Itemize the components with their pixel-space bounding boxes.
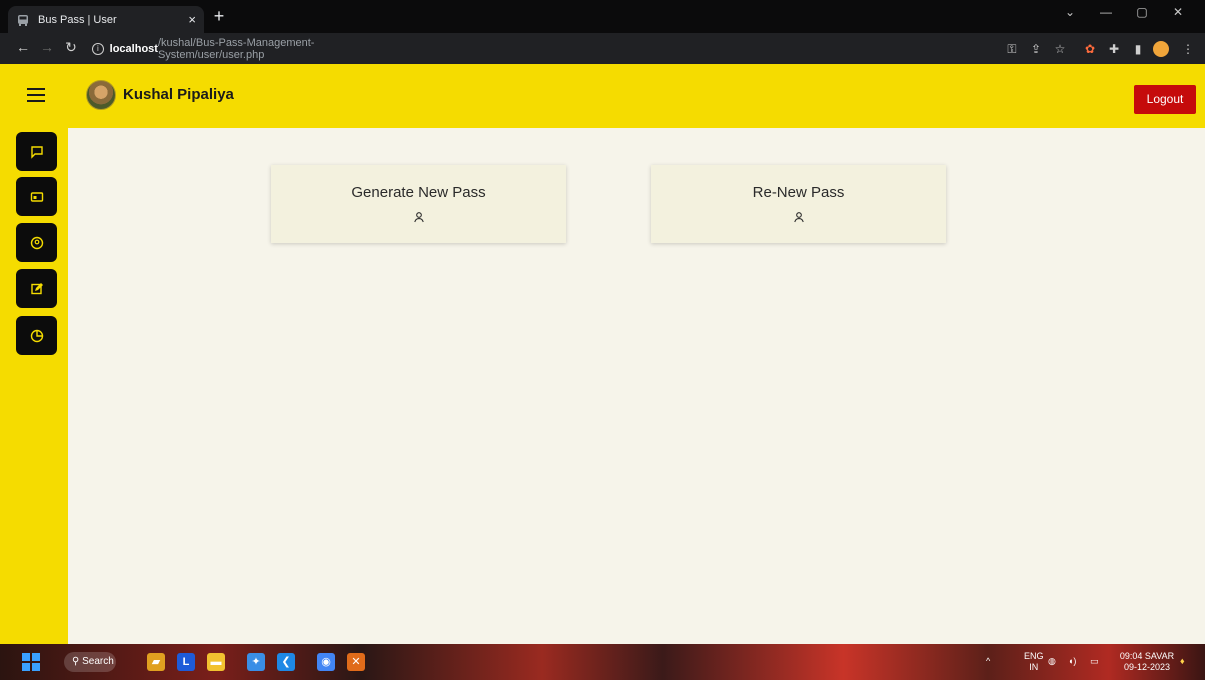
browser-toolbar: ← → ↻ i localhost /kushal/Bus-Pass-Manag… <box>0 33 1205 64</box>
app-explorer-icon[interactable]: ▰ <box>147 653 165 671</box>
user-icon <box>793 212 804 223</box>
app-header: Kushal Pipaliya Logout <box>68 64 1205 128</box>
site-info-icon[interactable]: i <box>92 42 104 55</box>
tray-chevron-icon[interactable]: ^ <box>986 656 990 667</box>
side-panel-icon[interactable]: ▮ <box>1130 41 1146 57</box>
url-path: /kushal/Bus-Pass-Management-System/user/… <box>157 36 315 61</box>
profile-avatar-icon[interactable] <box>1153 41 1169 57</box>
maximize-button[interactable]: ▢ <box>1129 5 1155 19</box>
windows-start-icon[interactable] <box>22 653 40 671</box>
taskbar-search[interactable]: ⚲ Search <box>64 652 116 672</box>
forward-icon[interactable]: → <box>38 39 56 55</box>
xampp-icon[interactable]: ✕ <box>347 653 365 671</box>
bookmark-star-icon[interactable]: ☆ <box>1052 41 1068 57</box>
sidebar-item-stats[interactable] <box>16 316 57 355</box>
logout-button[interactable]: Logout <box>1134 85 1196 114</box>
reload-icon[interactable]: ↻ <box>62 39 80 56</box>
url-host: localhost <box>109 42 158 55</box>
vscode-icon[interactable]: ❮ <box>277 653 295 671</box>
tab-search-icon[interactable]: ⌄ <box>1057 5 1083 19</box>
key-icon[interactable]: ⚿ <box>1004 41 1020 57</box>
generate-new-pass-card[interactable]: Generate New Pass <box>271 165 566 243</box>
close-window-button[interactable]: ✕ <box>1165 5 1191 19</box>
sidebar-item-messages[interactable] <box>16 132 57 171</box>
os-taskbar: ⚲ Search ▰ L ▬ ✦ ❮ ◉ ✕ ^ ENG IN ◍ ◖) ▭ 0… <box>0 644 1205 680</box>
renew-pass-card[interactable]: Re-New Pass <box>651 165 946 243</box>
id-card-icon <box>30 191 43 202</box>
user-name: Kushal Pipaliya <box>123 86 234 103</box>
address-bar[interactable]: i localhost /kushal/Bus-Pass-Management-… <box>92 36 412 61</box>
edit-icon <box>30 282 43 294</box>
clock[interactable]: 09:04 SAVAR 09-12-2023 <box>1118 651 1176 673</box>
close-tab-icon[interactable]: × <box>188 12 196 27</box>
sidebar <box>0 64 68 644</box>
network-icon[interactable]: ◍ <box>1048 656 1056 667</box>
bus-icon <box>18 14 28 26</box>
browser-tab[interactable]: Bus Pass | User × <box>8 6 204 33</box>
share-icon[interactable]: ⇪ <box>1028 41 1044 57</box>
clock-time: 09:04 SAVAR <box>1119 651 1175 661</box>
notification-bell-icon[interactable]: ♦ <box>1180 656 1185 667</box>
volume-icon[interactable]: ◖) <box>1068 656 1076 667</box>
user-icon <box>413 212 424 223</box>
hamburger-menu-icon[interactable] <box>27 88 45 102</box>
minimize-button[interactable]: — <box>1093 5 1119 19</box>
browser-tab-bar: Bus Pass | User × + ⌄ — ▢ ✕ <box>0 0 1205 33</box>
tab-title: Bus Pass | User <box>38 13 117 26</box>
card-title: Re-New Pass <box>752 184 845 201</box>
app-photos-icon[interactable]: ✦ <box>247 653 265 671</box>
clock-date: 09-12-2023 <box>1123 662 1171 672</box>
lang-top: ENG <box>1024 651 1044 661</box>
extension-icon[interactable]: ✿ <box>1082 41 1098 57</box>
user-circle-icon <box>30 236 43 249</box>
chrome-icon[interactable]: ◉ <box>317 653 335 671</box>
new-tab-button[interactable]: + <box>208 6 230 28</box>
app-root: Kushal Pipaliya Logout Generate New Pass… <box>0 64 1205 644</box>
sidebar-item-edit[interactable] <box>16 269 57 308</box>
battery-icon[interactable]: ▭ <box>1090 656 1099 667</box>
lang-bottom: IN <box>1029 662 1039 672</box>
search-label: Search <box>82 656 114 667</box>
folder-icon[interactable]: ▬ <box>207 653 225 671</box>
avatar[interactable] <box>86 80 116 110</box>
browser-menu-icon[interactable]: ⋮ <box>1180 41 1196 57</box>
sidebar-item-profile[interactable] <box>16 223 57 262</box>
sidebar-item-pass[interactable] <box>16 177 57 216</box>
extensions-puzzle-icon[interactable]: ✚ <box>1106 41 1122 57</box>
back-icon[interactable]: ← <box>14 39 32 55</box>
card-title: Generate New Pass <box>351 184 486 201</box>
app-l-icon[interactable]: L <box>177 653 195 671</box>
chart-pie-icon <box>30 329 43 342</box>
message-square-icon <box>30 145 43 159</box>
language-indicator[interactable]: ENG IN <box>1024 651 1044 673</box>
